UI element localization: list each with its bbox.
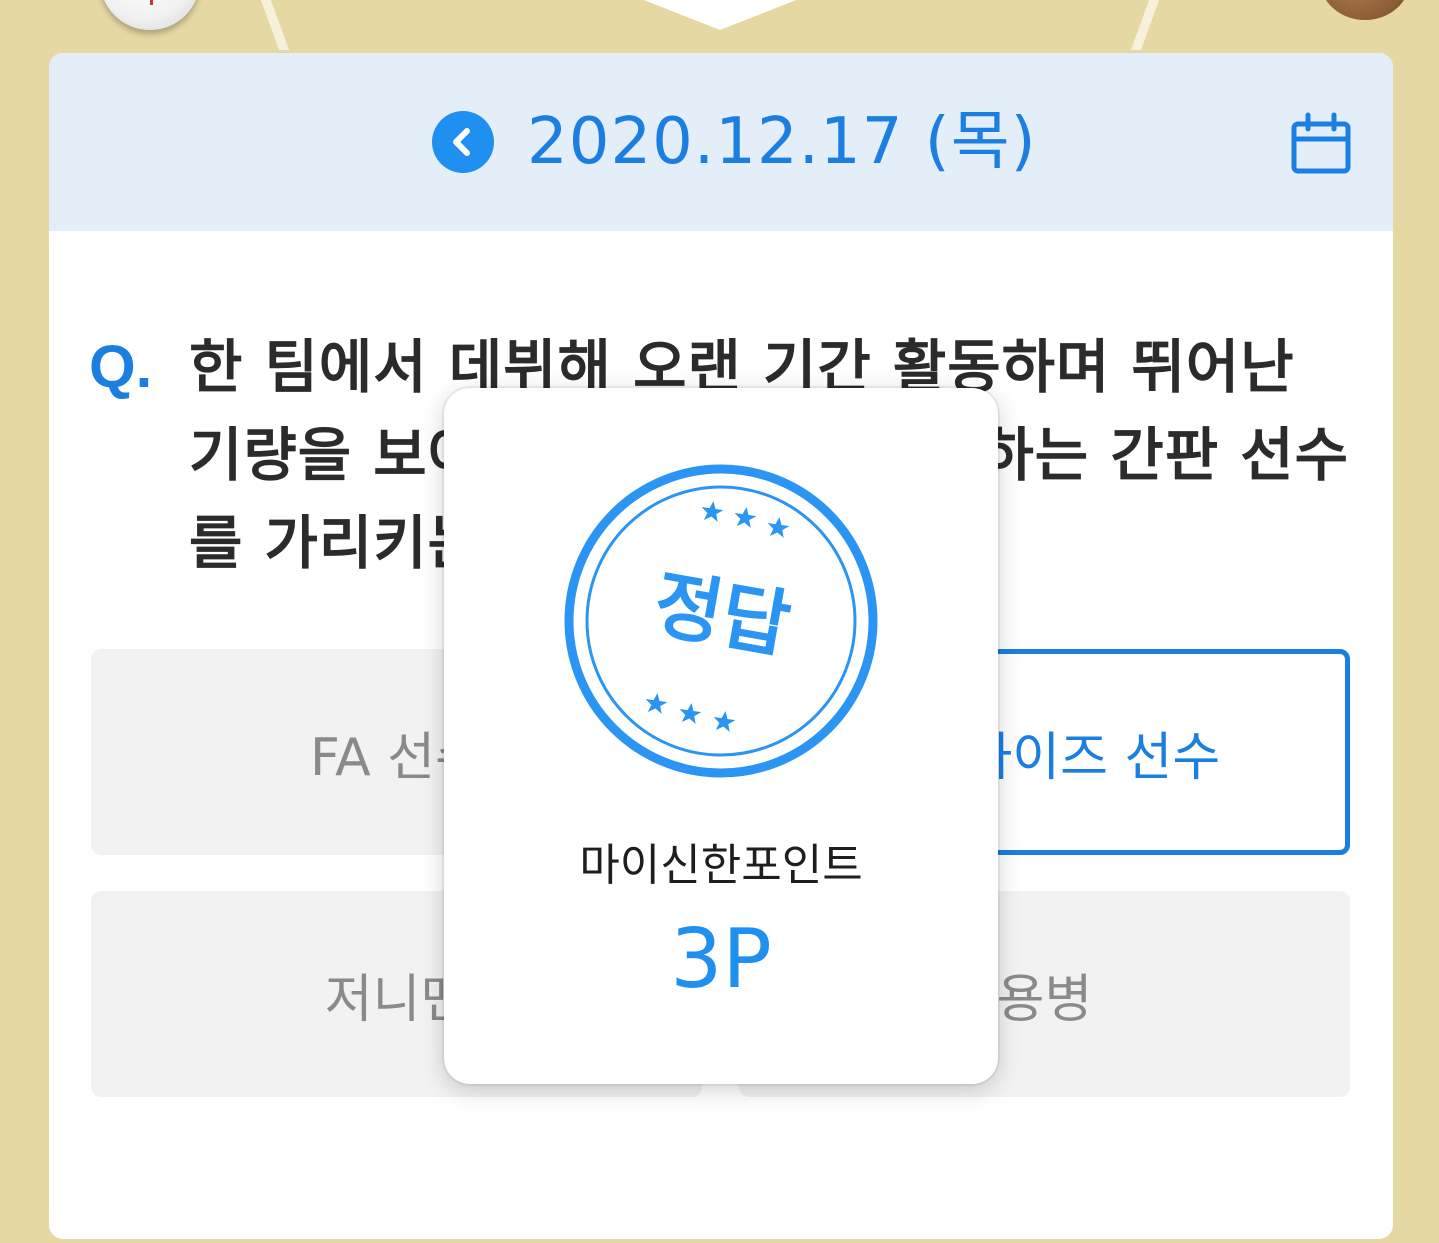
stamp-text: 정답 (648, 561, 797, 669)
stars-top (701, 501, 790, 538)
date-header: 2020.12.17 (목) (49, 53, 1393, 231)
foul-line-right (1130, 0, 1160, 50)
current-date: 2020.12.17 (목) (527, 105, 1037, 179)
foul-line-left (260, 0, 290, 50)
ballpark-decoration (0, 0, 1439, 60)
previous-day-button[interactable] (432, 111, 494, 173)
glove-icon (1320, 0, 1410, 20)
chevron-left-icon (453, 128, 470, 156)
calendar-icon (1291, 112, 1351, 174)
correct-answer-popup: 정답 마이신한포인트 3P (444, 388, 998, 1084)
question-mark-label: Q. (89, 333, 153, 400)
home-plate-icon (640, 0, 800, 30)
points-label: 마이신한포인트 (579, 840, 863, 891)
points-value: 3P (670, 912, 772, 1007)
calendar-button[interactable] (1289, 111, 1353, 177)
baseball-icon (100, 0, 200, 30)
stars-bottom (645, 693, 736, 732)
correct-stamp-icon: 정답 (564, 464, 878, 778)
